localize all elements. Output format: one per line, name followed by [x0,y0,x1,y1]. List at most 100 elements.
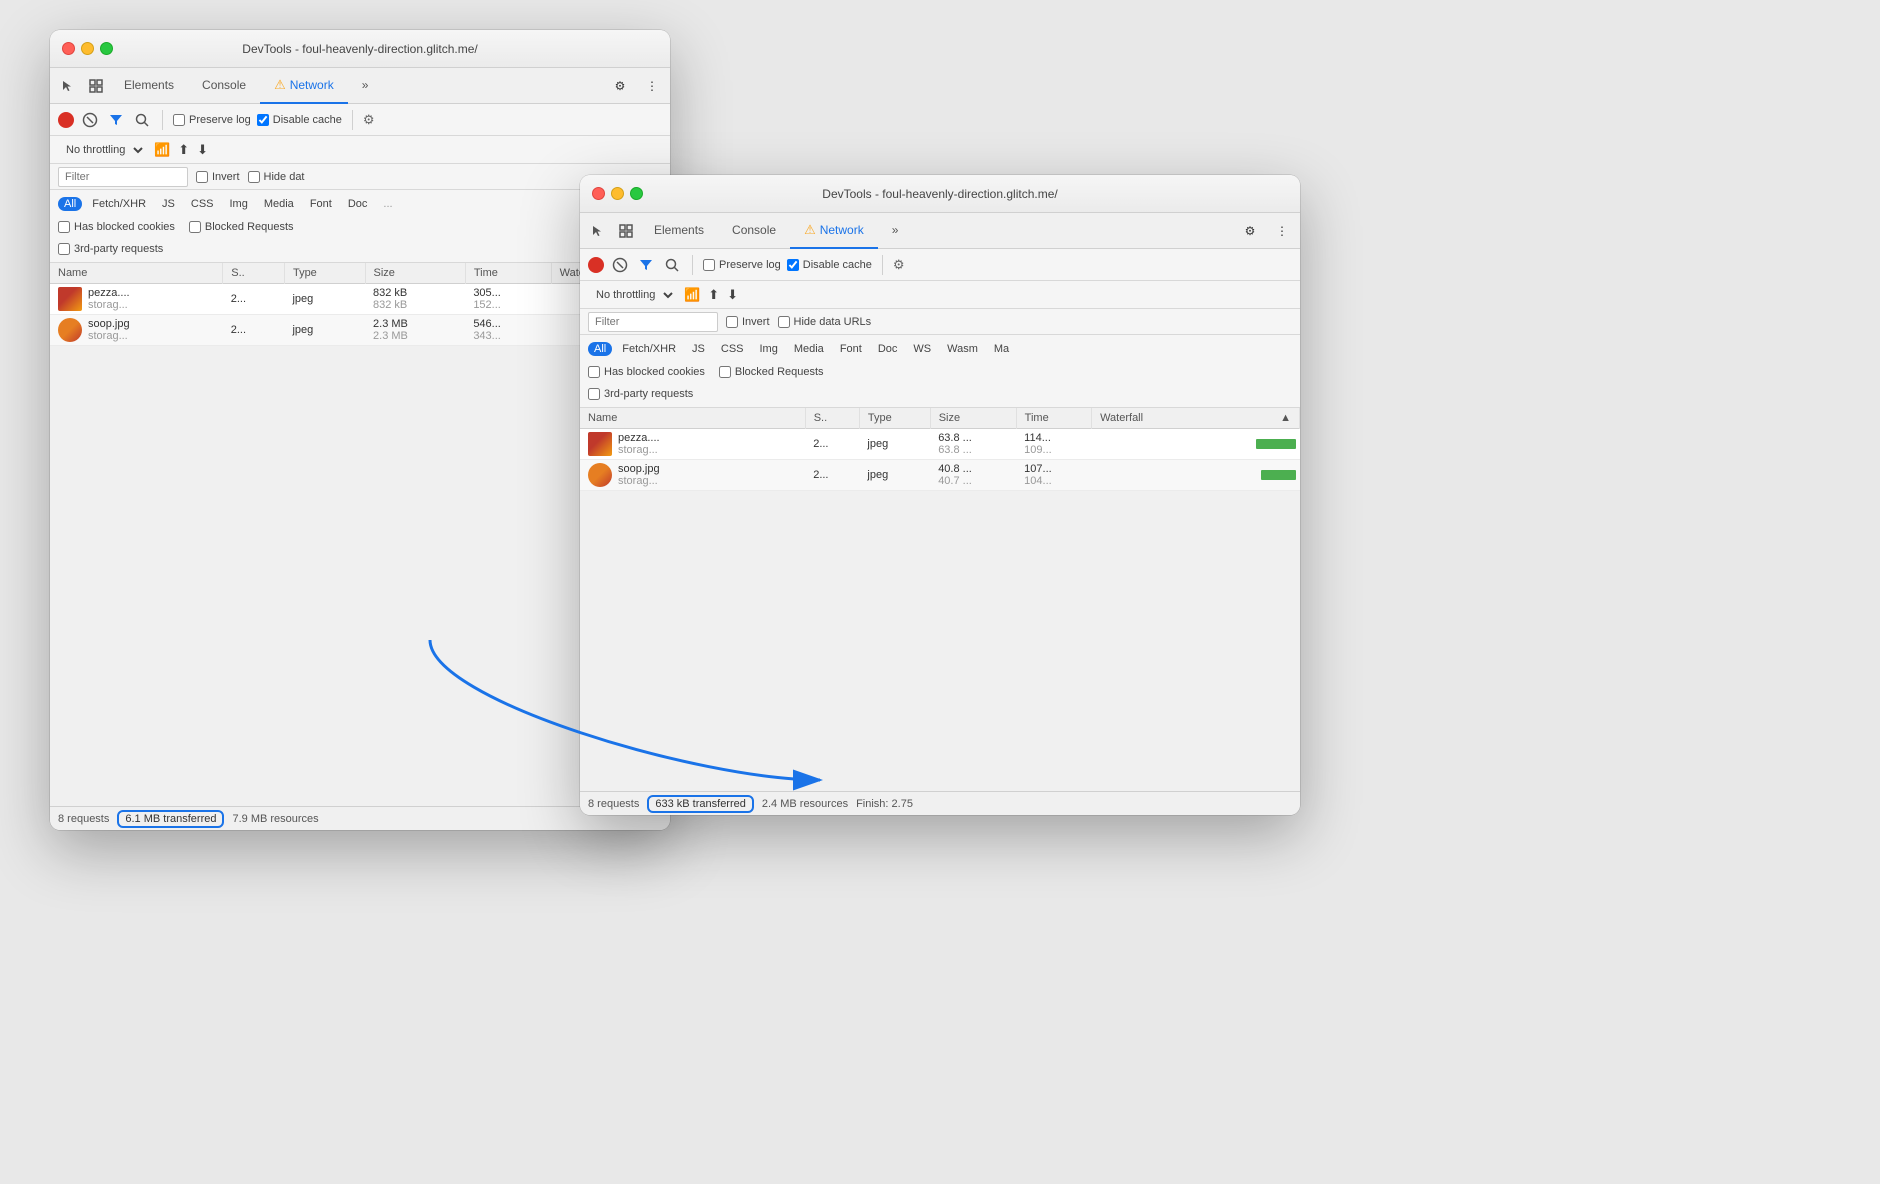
search-button-front[interactable] [662,255,682,275]
inspector-icon-front[interactable] [612,217,640,245]
third-party-front[interactable]: 3rd-party requests [588,388,693,400]
blocked-cookies-front[interactable]: Has blocked cookies [588,366,705,378]
blocked-cookies-back[interactable]: Has blocked cookies [58,221,175,233]
gear-button-front[interactable]: ⚙ [893,257,905,273]
warning-icon-back: ⚠ [274,77,286,93]
upload-icon-front[interactable]: ⬆ [708,287,719,303]
close-button-front[interactable] [592,187,605,200]
clear-button-front[interactable] [610,255,630,275]
maximize-button-back[interactable] [100,42,113,55]
preserve-log-front[interactable]: Preserve log [703,259,781,271]
maximize-button-front[interactable] [630,187,643,200]
hide-data-checkbox-front[interactable]: Hide data URLs [778,316,872,328]
third-party-back[interactable]: 3rd-party requests [58,243,163,255]
type-doc-front[interactable]: Doc [872,342,904,356]
type-ws-front[interactable]: WS [907,342,937,356]
row1-icon-front [588,432,612,456]
disable-cache-checkbox-back[interactable] [257,114,269,126]
tab-network-front[interactable]: ⚠ Network [790,213,878,249]
settings-icon-front[interactable]: ⚙ [1236,217,1264,245]
tab-network-back[interactable]: ⚠ Network [260,68,348,104]
type-js-back[interactable]: JS [156,197,181,211]
download-icon-back[interactable]: ⬇ [197,142,208,158]
type-xhr-back[interactable]: Fetch/XHR [86,197,152,211]
type-media-back[interactable]: Media [258,197,300,211]
type-img-back[interactable]: Img [224,197,254,211]
disable-cache-checkbox-front[interactable] [787,259,799,271]
minimize-button-front[interactable] [611,187,624,200]
blocked-cookies-check-front[interactable] [588,366,600,378]
tab-more-front[interactable]: » [878,213,913,249]
type-xhr-front[interactable]: Fetch/XHR [616,342,682,356]
cursor-icon-front[interactable] [584,217,612,245]
clear-button-back[interactable] [80,110,100,130]
settings-icon-back[interactable]: ⚙ [606,72,634,100]
more-options-icon-front[interactable]: ⋮ [1268,217,1296,245]
type-media-front[interactable]: Media [788,342,830,356]
search-button-back[interactable] [132,110,152,130]
type-wasm-front[interactable]: Wasm [941,342,984,356]
row2-name-front: soop.jpg storag... [580,460,805,491]
invert-check-back[interactable] [196,171,208,183]
type-manifest-front[interactable]: Ma [988,342,1015,356]
upload-icon-back[interactable]: ⬆ [178,142,189,158]
checkbox-row2-front: 3rd-party requests [588,383,1292,405]
record-button-back[interactable] [58,112,74,128]
preserve-log-checkbox-front[interactable] [703,259,715,271]
throttle-select-back[interactable]: No throttling [58,141,146,159]
waterfall-bar-2-front [1261,470,1296,480]
table-row[interactable]: soop.jpg storag... 2... jpeg 2.3 MB2.3 M… [50,315,670,346]
invert-checkbox-back[interactable]: Invert [196,171,240,183]
blocked-requests-back[interactable]: Blocked Requests [189,221,294,233]
blocked-requests-check-back[interactable] [189,221,201,233]
tab-elements-front[interactable]: Elements [640,213,718,249]
filter-input-front[interactable] [588,312,718,332]
minimize-button-back[interactable] [81,42,94,55]
separator-2-back [352,110,353,130]
type-all-front[interactable]: All [588,342,612,356]
tab-elements-back[interactable]: Elements [110,68,188,104]
table-row[interactable]: pezza.... storag... 2... jpeg 63.8 ...63… [580,429,1300,460]
disable-cache-front[interactable]: Disable cache [787,259,872,271]
record-button-front[interactable] [588,257,604,273]
blocked-requests-check-front[interactable] [719,366,731,378]
table-row[interactable]: pezza.... storag... 2... jpeg 832 kB832 … [50,284,670,315]
type-doc-back[interactable]: Doc [342,197,374,211]
table-row[interactable]: soop.jpg storag... 2... jpeg 40.8 ...40.… [580,460,1300,491]
hide-data-check-front[interactable] [778,316,790,328]
cursor-icon-back[interactable] [54,72,82,100]
blocked-requests-front[interactable]: Blocked Requests [719,366,824,378]
type-css-front[interactable]: CSS [715,342,750,356]
preserve-log-back[interactable]: Preserve log [173,114,251,126]
type-all-back[interactable]: All [58,197,82,211]
invert-check-front[interactable] [726,316,738,328]
type-js-front[interactable]: JS [686,342,711,356]
filter-input-back[interactable] [58,167,188,187]
third-party-check-back[interactable] [58,243,70,255]
col-waterfall-front: Waterfall ▲ [1092,408,1300,429]
disable-cache-back[interactable]: Disable cache [257,114,342,126]
filter-button-front[interactable] [636,255,656,275]
inspector-icon-back[interactable] [82,72,110,100]
blocked-cookies-check-back[interactable] [58,221,70,233]
tab-console-front[interactable]: Console [718,213,790,249]
filter-button-back[interactable] [106,110,126,130]
third-party-check-front[interactable] [588,388,600,400]
close-button-back[interactable] [62,42,75,55]
type-font-back[interactable]: Font [304,197,338,211]
network-toolbar-back: Preserve log Disable cache ⚙ [50,104,670,136]
tab-console-back[interactable]: Console [188,68,260,104]
download-icon-front[interactable]: ⬇ [727,287,738,303]
preserve-log-checkbox-back[interactable] [173,114,185,126]
more-options-icon-back[interactable]: ⋮ [638,72,666,100]
hide-data-checkbox-back[interactable]: Hide dat [248,171,305,183]
gear-button-back[interactable]: ⚙ [363,112,375,128]
type-img-front[interactable]: Img [754,342,784,356]
hide-data-check-back[interactable] [248,171,260,183]
tab-more-back[interactable]: » [348,68,383,104]
throttle-select-front[interactable]: No throttling [588,286,676,304]
invert-checkbox-front[interactable]: Invert [726,316,770,328]
type-font-front[interactable]: Font [834,342,868,356]
type-filter-row-front: All Fetch/XHR JS CSS Img Media Font Doc … [588,337,1292,361]
type-css-back[interactable]: CSS [185,197,220,211]
